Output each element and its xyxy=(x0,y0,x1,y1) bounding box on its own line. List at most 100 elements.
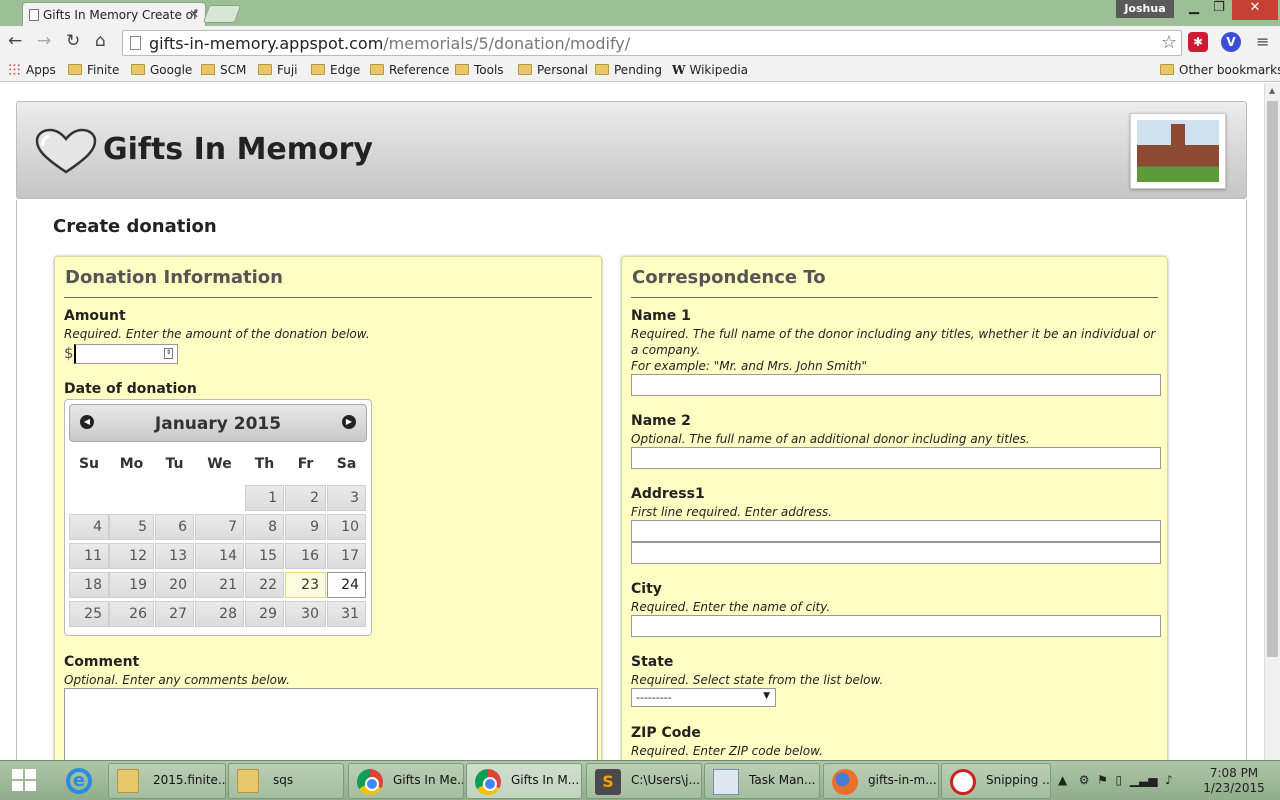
calendar-day[interactable]: 7 xyxy=(195,514,244,540)
start-button[interactable] xyxy=(12,769,38,793)
calendar-day[interactable]: 6 xyxy=(155,514,194,540)
menu-icon[interactable]: ≡ xyxy=(1256,32,1269,51)
taskbar-firefox[interactable]: gifts-in-m... xyxy=(823,763,939,799)
calendar-day[interactable]: 25 xyxy=(69,601,109,627)
bookmark-tools[interactable]: Tools xyxy=(455,63,504,77)
scrollbar-thumb[interactable] xyxy=(1267,101,1278,657)
calendar-day[interactable]: 13 xyxy=(155,543,194,569)
show-hidden-icon: ▲ xyxy=(1058,773,1068,787)
weekday-header: Th xyxy=(254,456,275,472)
ie-taskbar-icon[interactable]: e xyxy=(56,764,104,798)
bookmark-edge[interactable]: Edge xyxy=(311,63,360,77)
calendar-day[interactable]: 24 xyxy=(327,572,366,598)
calendar-day[interactable]: 22 xyxy=(245,572,284,598)
name2-label: Name 2 xyxy=(631,413,691,429)
weekday-header: Su xyxy=(78,456,100,472)
clock[interactable]: 7:08 PM 1/23/2015 xyxy=(1200,766,1268,796)
bookmark-fuji[interactable]: Fuji xyxy=(258,63,298,77)
calendar-day[interactable]: 16 xyxy=(285,543,326,569)
other-bookmarks[interactable]: Other bookmarks xyxy=(1160,63,1280,77)
taskbar-chrome-1[interactable]: Gifts In Me... xyxy=(348,763,464,799)
bookmark-personal[interactable]: Personal xyxy=(518,63,588,77)
maximize-button[interactable]: ❐ xyxy=(1208,0,1230,20)
spinner-icon[interactable]: ⇕ xyxy=(164,348,173,359)
city-input[interactable] xyxy=(631,615,1161,637)
taskbar-explorer-2015[interactable]: 2015.finite... xyxy=(108,763,226,799)
calendar-day[interactable]: 4 xyxy=(69,514,109,540)
calendar-day[interactable]: 27 xyxy=(155,601,194,627)
folder-icon xyxy=(1160,64,1174,75)
calendar-day[interactable]: 11 xyxy=(69,543,109,569)
taskbar-task-manager[interactable]: Task Man... xyxy=(704,763,820,799)
taskbar-console[interactable]: S C:\Users\j... xyxy=(586,763,702,799)
bookmark-scm[interactable]: SCM xyxy=(201,63,246,77)
calendar-day[interactable]: 28 xyxy=(195,601,244,627)
address1-input[interactable] xyxy=(631,520,1161,542)
calendar-day[interactable]: 31 xyxy=(327,601,366,627)
date-label: Date of donation xyxy=(64,381,197,397)
volume-icon: ♪ xyxy=(1165,773,1173,787)
calendar-day[interactable]: 3 xyxy=(327,485,366,511)
calendar-day[interactable]: 23 xyxy=(285,572,326,598)
bookmark-pending[interactable]: Pending xyxy=(595,63,662,77)
flag-icon: ⚑ xyxy=(1097,773,1108,787)
divider xyxy=(64,297,592,298)
extension-icon[interactable]: ✱ xyxy=(1188,32,1208,52)
comment-textarea[interactable] xyxy=(64,688,598,760)
bookmark-google[interactable]: Google xyxy=(131,63,192,77)
settings-icon: ⚙ xyxy=(1078,773,1090,787)
calendar-day[interactable]: 14 xyxy=(195,543,244,569)
task-manager-icon xyxy=(713,769,739,795)
profile-badge[interactable]: Joshua xyxy=(1116,0,1174,18)
calendar-day[interactable]: 10 xyxy=(327,514,366,540)
site-title[interactable]: Gifts In Memory xyxy=(103,132,373,167)
calendar-day[interactable]: 17 xyxy=(327,543,366,569)
calendar-day[interactable]: 5 xyxy=(109,514,154,540)
forward-icon[interactable]: → xyxy=(37,31,51,51)
calendar-day[interactable]: 1 xyxy=(245,485,284,511)
calendar-day[interactable]: 19 xyxy=(109,572,154,598)
bookmark-reference[interactable]: Reference xyxy=(370,63,449,77)
calendar-day[interactable]: 29 xyxy=(245,601,284,627)
calendar-day[interactable]: 15 xyxy=(245,543,284,569)
scroll-up-icon[interactable]: ▲ xyxy=(1269,86,1275,95)
minimize-button[interactable]: ▁ xyxy=(1180,0,1208,20)
calendar-day[interactable]: 21 xyxy=(195,572,244,598)
calendar-day[interactable]: 9 xyxy=(285,514,326,540)
close-tab-icon[interactable]: ✕ xyxy=(189,7,199,21)
calendar-day[interactable]: 8 xyxy=(245,514,284,540)
bookmark-wikipedia[interactable]: W Wikipedia xyxy=(672,63,748,77)
home-icon[interactable]: ⌂ xyxy=(95,31,106,51)
calendar-header: ◀ January 2015 ▶ xyxy=(69,404,367,442)
amount-input[interactable]: ⇕ xyxy=(74,344,178,364)
taskbar-chrome-2[interactable]: Gifts In M... xyxy=(466,763,582,799)
bookmark-star-icon[interactable]: ☆ xyxy=(1161,32,1177,53)
calendar-day[interactable]: 20 xyxy=(155,572,194,598)
url-host: gifts-in-memory.appspot.com xyxy=(149,34,384,53)
calendar-day[interactable]: 12 xyxy=(109,543,154,569)
calendar-day[interactable]: 18 xyxy=(69,572,109,598)
correspondence-heading: Correspondence To xyxy=(632,267,826,288)
bookmark-finite[interactable]: Finite xyxy=(68,63,119,77)
address-bar[interactable]: gifts-in-memory.appspot.com/memorials/5/… xyxy=(122,30,1182,56)
page-scrollbar[interactable]: ▲ xyxy=(1264,83,1280,760)
name2-input[interactable] xyxy=(631,447,1161,469)
state-select[interactable]: --------- ▼ xyxy=(631,688,776,707)
extension-v-icon[interactable]: V xyxy=(1221,32,1241,52)
next-month-icon[interactable]: ▶ xyxy=(342,415,356,429)
reload-icon[interactable]: ↻ xyxy=(66,31,80,51)
name1-input[interactable] xyxy=(631,374,1161,396)
calendar-day[interactable]: 26 xyxy=(109,601,154,627)
back-icon[interactable]: ← xyxy=(8,31,22,51)
new-tab-button[interactable] xyxy=(202,5,242,23)
taskbar-snipping[interactable]: Snipping ... xyxy=(941,763,1051,799)
system-tray[interactable]: ▲ ⚙ ⚑ ▯ ▁▃▅ ♪ xyxy=(1058,773,1173,787)
taskbar-explorer-sqs[interactable]: sqs xyxy=(228,763,344,799)
power-icon: ▯ xyxy=(1115,773,1123,787)
close-window-button[interactable]: ✕ xyxy=(1232,0,1278,20)
browser-tab[interactable]: Gifts In Memory Create of ✕ xyxy=(22,2,206,26)
calendar-day[interactable]: 30 xyxy=(285,601,326,627)
bookmark-apps[interactable]: Apps xyxy=(8,63,56,77)
address2-input[interactable] xyxy=(631,542,1161,564)
calendar-day[interactable]: 2 xyxy=(285,485,326,511)
